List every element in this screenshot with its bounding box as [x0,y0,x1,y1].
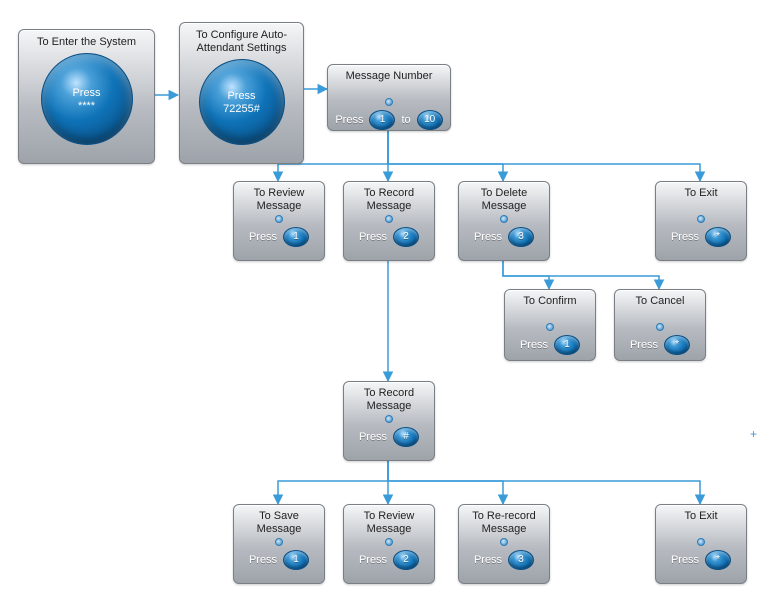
indicator-dot [385,415,393,423]
key-icon: 3 [508,550,534,570]
indicator-dot [275,215,283,223]
press-row: Press 1 [234,550,324,576]
press-row: Press 1 to 10 [328,110,450,136]
node-title: To Confirm [505,290,595,323]
key-icon: 1 [283,227,309,247]
node-save-message: To Save Message Press 1 [233,504,325,584]
key-icon: 3 [508,227,534,247]
press-row: Press 3 [459,550,549,576]
press-label: Press [249,554,277,566]
press-label: Press [671,231,699,243]
keypad-button: Press 72255# [199,59,285,145]
node-title: To Review Message [344,505,434,538]
press-label: Press [335,114,363,126]
node-configure-auto-attendant: To Configure Auto- Attendant Settings Pr… [179,22,304,164]
indicator-dot [385,538,393,546]
press-label: Press [359,554,387,566]
press-label: Press [72,87,100,100]
node-title: To Re-record Message [459,505,549,538]
node-re-record-message: To Re-record Message Press 3 [458,504,550,584]
diagram-canvas: To Enter the System Press **** To Config… [0,0,780,613]
indicator-dot [697,215,705,223]
node-delete-message: To Delete Message Press 3 [458,181,550,261]
press-row: Press 2 [344,227,434,253]
press-label: Press [671,554,699,566]
key-icon: * [705,550,731,570]
press-label: Press [359,431,387,443]
key-icon: 2 [393,227,419,247]
node-title: To Exit [656,505,746,538]
node-title: To Configure Auto- Attendant Settings [180,23,303,57]
node-record-message: To Record Message Press 2 [343,181,435,261]
key-icon: 1 [554,335,580,355]
plus-icon: + [750,427,757,441]
indicator-dot [500,215,508,223]
node-cancel: To Cancel Press * [614,289,706,361]
press-row: Press 1 [234,227,324,253]
key-icon: * [705,227,731,247]
press-label: Press [474,554,502,566]
indicator-dot [385,215,393,223]
node-title: To Delete Message [459,182,549,215]
press-label: Press [630,339,658,351]
indicator-dot [275,538,283,546]
press-row: Press * [656,227,746,253]
node-review-message: To Review Message Press 1 [233,181,325,261]
node-title: To Cancel [615,290,705,323]
key-icon: 1 [283,550,309,570]
node-title: To Exit [656,182,746,215]
key-icon: # [393,427,419,447]
node-exit-2: To Exit Press * [655,504,747,584]
node-record-message-2: To Record Message Press # [343,381,435,461]
node-title: To Save Message [234,505,324,538]
press-value: 72255# [223,103,260,116]
indicator-dot [500,538,508,546]
node-title: To Review Message [234,182,324,215]
key-icon: 2 [393,550,419,570]
press-row: Press * [615,335,705,361]
node-title: To Enter the System [19,30,154,51]
node-title: To Record Message [344,382,434,415]
node-title: To Record Message [344,182,434,215]
press-row: Press 2 [344,550,434,576]
press-row: Press # [344,427,434,453]
keypad-button: Press **** [41,53,133,145]
node-review-message-2: To Review Message Press 2 [343,504,435,584]
range-separator: to [401,114,410,126]
press-row: Press * [656,550,746,576]
press-label: Press [227,90,255,103]
node-exit: To Exit Press * [655,181,747,261]
press-label: Press [520,339,548,351]
indicator-dot [385,98,393,106]
press-label: Press [359,231,387,243]
press-value: **** [78,100,95,113]
press-row: Press 3 [459,227,549,253]
press-label: Press [249,231,277,243]
indicator-dot [546,323,554,331]
indicator-dot [656,323,664,331]
key-from: 1 [369,110,395,130]
key-to: 10 [417,110,443,130]
node-confirm: To Confirm Press 1 [504,289,596,361]
node-message-number: Message Number Press 1 to 10 [327,64,451,131]
node-title: Message Number [328,65,450,98]
node-enter-system: To Enter the System Press **** [18,29,155,164]
press-label: Press [474,231,502,243]
press-row: Press 1 [505,335,595,361]
key-icon: * [664,335,690,355]
indicator-dot [697,538,705,546]
